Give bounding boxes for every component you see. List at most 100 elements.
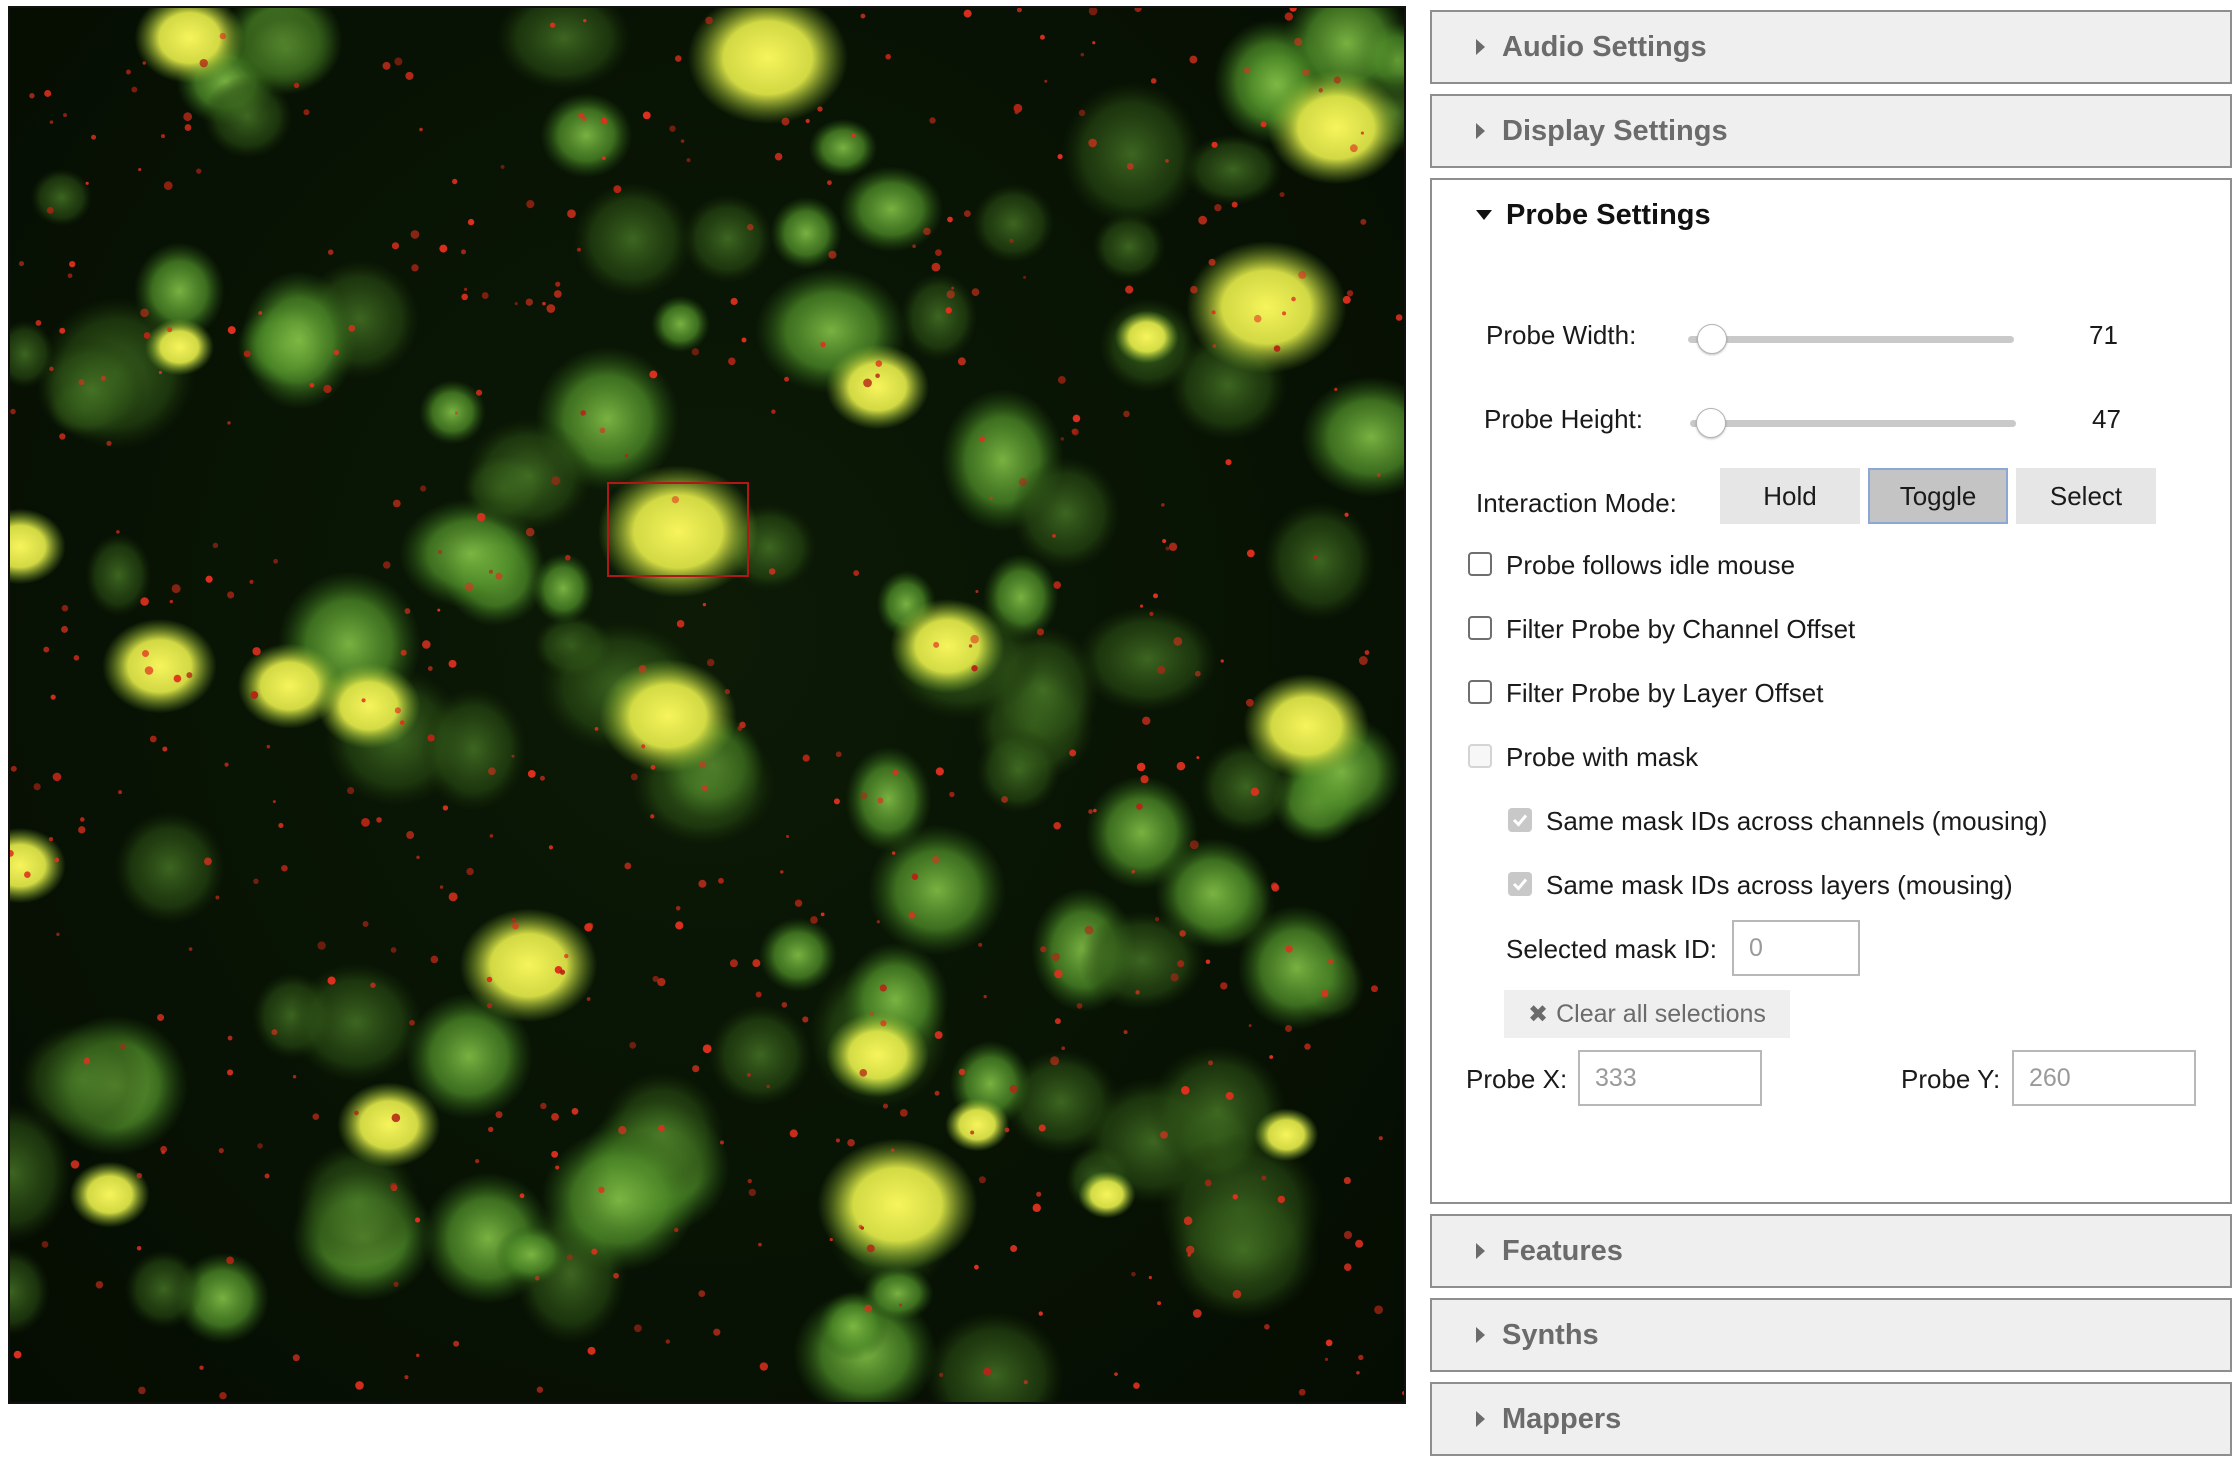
red-speck [10, 765, 17, 772]
red-speck [226, 1069, 234, 1076]
synths-header[interactable]: Synths [1432, 1300, 2230, 1370]
red-speck [1204, 1179, 1212, 1187]
idle-mouse-checkbox[interactable] [1468, 552, 1492, 576]
red-speck [968, 644, 973, 648]
red-speck [1057, 376, 1066, 384]
red-speck [475, 1158, 480, 1164]
fluorescent-cell-bright [945, 1098, 1010, 1152]
red-speck [1181, 1086, 1190, 1095]
red-speck [1134, 8, 1142, 13]
red-speck [258, 311, 263, 315]
probe-x-input[interactable]: 333 [1578, 1050, 1762, 1106]
red-speck [257, 1143, 263, 1149]
red-speck [747, 1178, 752, 1184]
fluorescent-cell [1011, 457, 1120, 570]
red-speck [1039, 34, 1045, 40]
features-title: Features [1502, 1234, 1623, 1267]
red-speck [674, 1227, 679, 1233]
red-speck [131, 86, 138, 93]
same-mask-layers-checkbox[interactable] [1508, 872, 1532, 896]
red-speck [963, 9, 972, 18]
clear-selections-button[interactable]: ✖ Clear all selections [1504, 990, 1790, 1038]
fluorescent-cell [573, 182, 693, 297]
red-speck [525, 298, 533, 306]
features-section: Features [1430, 1214, 2232, 1288]
red-speck [1053, 821, 1061, 830]
mode-select-button[interactable]: Select [2016, 468, 2156, 524]
red-speck [419, 127, 423, 132]
probe-rectangle[interactable] [607, 482, 749, 577]
red-speck [935, 249, 942, 256]
red-speck [551, 476, 561, 486]
red-speck [1211, 310, 1216, 315]
channel-offset-label: Filter Probe by Channel Offset [1506, 614, 1856, 644]
red-speck [1349, 144, 1358, 153]
fluorescent-cell [203, 75, 293, 159]
red-speck [1057, 153, 1063, 160]
selected-mask-input[interactable]: 0 [1732, 920, 1860, 976]
red-speck [1243, 66, 1251, 74]
red-speck [157, 1014, 165, 1021]
probe-width-slider[interactable] [1688, 324, 2014, 354]
red-speck [665, 1339, 671, 1344]
probe-height-thumb[interactable] [1695, 408, 1726, 438]
close-icon: ✖ [1528, 1000, 1549, 1028]
fluorescent-cell [1183, 133, 1283, 206]
red-speck [394, 707, 401, 714]
synths-section: Synths [1430, 1298, 2232, 1372]
red-speck [1205, 959, 1211, 965]
red-speck [641, 744, 646, 749]
red-speck [138, 1386, 146, 1395]
red-speck [437, 550, 443, 555]
red-speck [571, 1107, 579, 1115]
red-speck [699, 760, 707, 769]
red-speck [1378, 1136, 1383, 1141]
layer-offset-checkbox[interactable] [1468, 680, 1492, 704]
red-speck [1165, 546, 1170, 551]
red-speck [69, 260, 76, 268]
mode-hold-button[interactable]: Hold [1720, 468, 1860, 524]
red-speck [420, 485, 427, 492]
display-settings-header[interactable]: Display Settings [1432, 96, 2230, 166]
mode-toggle-button[interactable]: Toggle [1868, 468, 2008, 524]
probe-height-track [1690, 420, 2016, 427]
red-speck [853, 570, 860, 576]
red-speck [536, 1386, 544, 1393]
probe-height-slider[interactable] [1690, 408, 2016, 438]
probe-y-input[interactable]: 260 [2012, 1050, 2196, 1106]
red-speck [138, 167, 142, 172]
audio-settings-header[interactable]: Audio Settings [1432, 12, 2230, 82]
red-speck [1136, 803, 1143, 810]
red-speck [464, 582, 474, 592]
same-mask-channels-checkbox[interactable] [1508, 808, 1532, 832]
red-speck [912, 244, 916, 249]
probe-settings-header[interactable]: Probe Settings [1432, 180, 2230, 250]
red-speck [851, 133, 856, 139]
probe-mask-checkbox[interactable] [1468, 744, 1492, 768]
mappers-header[interactable]: Mappers [1432, 1384, 2230, 1454]
red-speck [1050, 1056, 1060, 1066]
red-speck [559, 969, 566, 975]
channel-offset-checkbox[interactable] [1468, 616, 1492, 640]
red-speck [934, 1090, 940, 1096]
image-viewer[interactable] [8, 6, 1406, 1404]
red-speck [1358, 1354, 1364, 1361]
red-speck [786, 835, 790, 839]
red-speck [24, 871, 31, 879]
red-speck [100, 375, 106, 381]
probe-width-thumb[interactable] [1696, 324, 1727, 354]
red-speck [495, 1111, 503, 1119]
red-speck [1198, 215, 1208, 225]
fluorescent-cell [289, 962, 423, 1083]
red-speck [1360, 131, 1365, 135]
red-speck [724, 688, 731, 695]
red-speck [810, 916, 818, 924]
checkmark-icon [1512, 878, 1528, 891]
fluorescent-cell-bright [1267, 70, 1404, 185]
features-header[interactable]: Features [1432, 1216, 2230, 1286]
red-speck [828, 250, 837, 259]
red-speck [293, 82, 300, 89]
red-speck [188, 947, 193, 951]
same-mask-layers-label: Same mask IDs across layers (mousing) [1546, 870, 2013, 900]
red-speck [866, 1244, 875, 1253]
